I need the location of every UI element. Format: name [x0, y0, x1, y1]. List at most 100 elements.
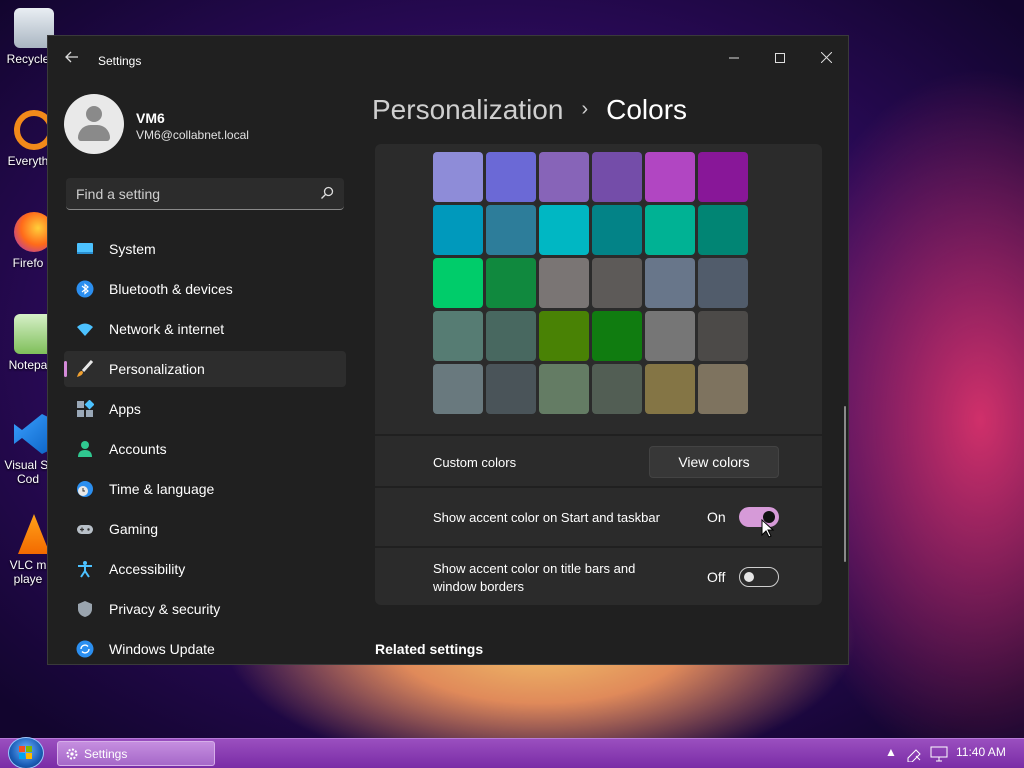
- minimize-icon: [729, 57, 739, 59]
- accent-color-swatch[interactable]: [433, 311, 483, 361]
- breadcrumb: Personalization › Colors: [372, 94, 687, 126]
- system-clock[interactable]: 11:40 AM: [956, 745, 1006, 759]
- gear-icon: [66, 748, 78, 760]
- accent-color-swatch[interactable]: [539, 205, 589, 255]
- accent-color-swatch[interactable]: [592, 311, 642, 361]
- accent-color-swatch[interactable]: [433, 364, 483, 414]
- accent-start-taskbar-row: Show accent color on Start and taskbar O…: [375, 488, 822, 546]
- update-icon: [76, 640, 94, 658]
- accent-color-swatch[interactable]: [433, 152, 483, 202]
- taskbar-settings-button[interactable]: Settings: [57, 741, 215, 766]
- content-scrollbar[interactable]: [844, 406, 846, 562]
- accent-color-swatch[interactable]: [486, 311, 536, 361]
- sidebar-item-accessibility[interactable]: Accessibility: [64, 551, 346, 587]
- accent-color-swatch[interactable]: [592, 258, 642, 308]
- accent-color-swatch[interactable]: [698, 205, 748, 255]
- network-icon[interactable]: [930, 746, 948, 762]
- profile-email: VM6@collabnet.local: [136, 128, 249, 142]
- back-button[interactable]: [62, 50, 82, 70]
- custom-colors-row: Custom colors View colors: [375, 436, 822, 486]
- accent-color-swatch[interactable]: [698, 258, 748, 308]
- taskbar-settings-label: Settings: [84, 747, 128, 761]
- search-icon: [321, 186, 334, 199]
- accent-color-swatch[interactable]: [486, 152, 536, 202]
- sidebar-item-label: Network & internet: [109, 321, 225, 337]
- sidebar-item-label: Accessibility: [109, 561, 186, 577]
- search-box[interactable]: [66, 178, 344, 210]
- close-button[interactable]: [803, 42, 848, 74]
- sidebar-nav: System Bluetooth & devices Network & int…: [64, 231, 346, 664]
- sidebar-item-label: Time & language: [109, 481, 215, 497]
- maximize-button[interactable]: [757, 42, 803, 74]
- accent-color-swatch[interactable]: [645, 152, 695, 202]
- accent-color-swatch[interactable]: [698, 364, 748, 414]
- accent-color-swatch[interactable]: [433, 205, 483, 255]
- sidebar-item-accounts[interactable]: Accounts: [64, 431, 346, 467]
- accent-color-swatch[interactable]: [539, 152, 589, 202]
- related-settings-heading: Related settings: [375, 641, 484, 657]
- settings-window: Settings VM6 VM6@collabnet.local System …: [47, 35, 849, 665]
- sidebar-item-privacy[interactable]: Privacy & security: [64, 591, 346, 627]
- taskbar: Settings ▲ 11:40 AM: [0, 737, 1024, 768]
- title-bar[interactable]: Settings: [48, 36, 848, 84]
- sidebar-item-label: Privacy & security: [109, 601, 221, 617]
- sidebar-item-label: Personalization: [109, 361, 205, 377]
- breadcrumb-parent[interactable]: Personalization: [372, 94, 563, 125]
- sidebar-item-personalization[interactable]: Personalization: [64, 351, 346, 387]
- sidebar-item-gaming[interactable]: Gaming: [64, 511, 346, 547]
- action-center-icon[interactable]: [906, 746, 922, 762]
- search-input[interactable]: [76, 184, 306, 204]
- page-title: Colors: [606, 94, 688, 125]
- accent-start-taskbar-label: Show accent color on Start and taskbar: [433, 510, 660, 525]
- sidebar-item-network[interactable]: Network & internet: [64, 311, 346, 347]
- start-button[interactable]: [8, 737, 44, 768]
- sidebar-item-time-language[interactable]: Time & language: [64, 471, 346, 507]
- accent-color-swatch[interactable]: [645, 364, 695, 414]
- accessibility-icon: [78, 561, 92, 578]
- accounts-icon: [78, 441, 92, 457]
- accent-color-swatch[interactable]: [645, 205, 695, 255]
- accent-color-swatch[interactable]: [539, 258, 589, 308]
- accent-color-swatch[interactable]: [539, 364, 589, 414]
- sidebar-item-label: System: [109, 241, 156, 257]
- mouse-cursor-icon: [761, 519, 775, 538]
- breadcrumb-separator: ›: [581, 98, 589, 120]
- minimize-button[interactable]: [711, 42, 757, 74]
- accent-color-swatch[interactable]: [539, 311, 589, 361]
- accent-color-swatch[interactable]: [486, 205, 536, 255]
- user-profile[interactable]: VM6 VM6@collabnet.local: [64, 94, 344, 158]
- tray-overflow-chevron-icon[interactable]: ▲: [885, 745, 897, 759]
- sidebar-item-apps[interactable]: Apps: [64, 391, 346, 427]
- maximize-icon: [775, 53, 785, 63]
- accent-color-swatch[interactable]: [592, 205, 642, 255]
- sidebar-item-label: Windows Update: [109, 641, 215, 657]
- back-arrow-icon: [65, 51, 78, 63]
- accent-color-swatch[interactable]: [433, 258, 483, 308]
- accent-title-bars-label-line1: Show accent color on title bars and: [433, 561, 636, 576]
- avatar: [64, 94, 124, 154]
- sidebar-item-label: Bluetooth & devices: [109, 281, 233, 297]
- accent-color-swatch[interactable]: [592, 152, 642, 202]
- shield-icon: [78, 601, 92, 617]
- accent-start-taskbar-state: On: [707, 509, 726, 525]
- accent-color-swatch[interactable]: [486, 364, 536, 414]
- accent-color-swatch[interactable]: [645, 311, 695, 361]
- sidebar-item-system[interactable]: System: [64, 231, 346, 267]
- sidebar-item-label: Apps: [109, 401, 141, 417]
- accent-color-swatch[interactable]: [592, 364, 642, 414]
- accent-title-bars-state: Off: [707, 569, 726, 585]
- accent-title-bars-label-line2: window borders: [433, 579, 525, 594]
- accent-title-bars-toggle[interactable]: [739, 567, 779, 587]
- window-title: Settings: [98, 54, 142, 68]
- system-icon: [77, 243, 93, 254]
- sidebar-item-bluetooth[interactable]: Bluetooth & devices: [64, 271, 346, 307]
- bluetooth-icon: [76, 280, 94, 298]
- sidebar-item-label: Accounts: [109, 441, 167, 457]
- accent-color-swatch[interactable]: [698, 311, 748, 361]
- accent-color-swatch[interactable]: [698, 152, 748, 202]
- view-colors-button[interactable]: View colors: [649, 446, 779, 478]
- windows-start-icon: [19, 746, 32, 759]
- accent-color-swatch[interactable]: [486, 258, 536, 308]
- accent-color-swatch[interactable]: [645, 258, 695, 308]
- sidebar-item-windows-update[interactable]: Windows Update: [64, 631, 346, 664]
